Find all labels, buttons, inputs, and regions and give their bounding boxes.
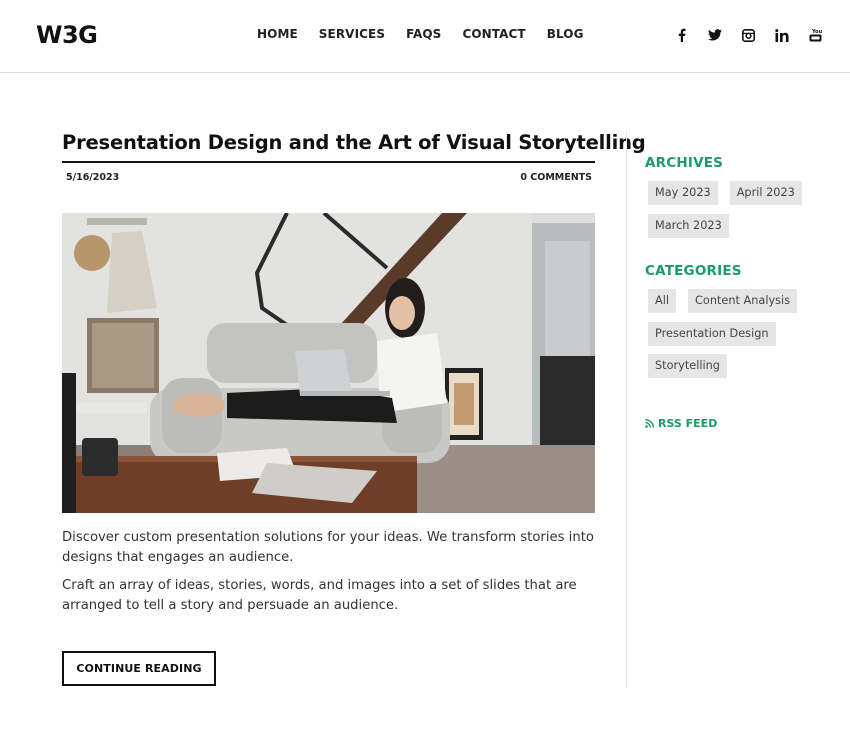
category-tag[interactable]: Presentation Design [648, 321, 776, 346]
youtube-icon[interactable]: You [806, 25, 826, 45]
svg-text:You: You [811, 29, 822, 35]
nav-services[interactable]: SERVICES [319, 27, 385, 41]
archives-list: May 2023 April 2023 March 2023 [648, 181, 835, 246]
social-links: You [672, 25, 839, 45]
rss-icon [645, 418, 654, 428]
instagram-icon[interactable] [739, 25, 759, 45]
nav-faqs[interactable]: FAQS [406, 27, 441, 41]
nav-home[interactable]: HOME [257, 27, 298, 41]
comments-link[interactable]: 0 COMMENTS [520, 172, 592, 183]
excerpt-paragraph: Discover custom presentation solutions f… [62, 530, 594, 565]
blog-post: Presentation Design and the Art of Visua… [62, 128, 646, 686]
post-excerpt: Discover custom presentation solutions f… [62, 528, 595, 624]
main-nav: HOME SERVICES FAQS CONTACT BLOG [257, 27, 605, 41]
rss-feed-label: RSS FEED [658, 416, 718, 430]
post-title[interactable]: Presentation Design and the Art of Visua… [62, 128, 646, 158]
archive-tag[interactable]: March 2023 [648, 213, 729, 238]
photo-illustration [62, 213, 595, 513]
category-tag[interactable]: All [648, 289, 677, 313]
category-tag[interactable]: Storytelling [648, 354, 727, 378]
title-divider [62, 161, 595, 163]
continue-reading-button[interactable]: CONTINUE READING [62, 651, 216, 686]
archives-heading: ARCHIVES [645, 155, 724, 171]
category-tag[interactable]: Content Analysis [688, 289, 798, 313]
rss-feed-link[interactable]: RSS FEED [645, 417, 835, 430]
sidebar-divider [626, 130, 627, 688]
categories-list: All Content Analysis Presentation Design… [648, 289, 835, 387]
nav-contact[interactable]: CONTACT [462, 27, 525, 41]
site-header: W3G HOME SERVICES FAQS CONTACT BLOG You [0, 0, 850, 73]
nav-blog[interactable]: BLOG [547, 27, 584, 41]
twitter-icon[interactable] [705, 25, 725, 45]
archive-tag[interactable]: April 2023 [729, 181, 802, 205]
archive-tag[interactable]: May 2023 [648, 181, 718, 205]
categories-heading: CATEGORIES [645, 263, 742, 279]
site-logo[interactable]: W3G [36, 21, 98, 49]
facebook-icon[interactable] [672, 25, 692, 45]
sidebar: ARCHIVES May 2023 April 2023 March 2023 … [645, 155, 835, 430]
post-date: 5/16/2023 [66, 172, 120, 183]
post-meta: 5/16/2023 0 COMMENTS [62, 172, 595, 183]
excerpt-paragraph: Craft an array of ideas, stories, words,… [62, 578, 577, 613]
linkedin-icon[interactable] [772, 25, 792, 45]
post-featured-image[interactable] [62, 213, 595, 513]
